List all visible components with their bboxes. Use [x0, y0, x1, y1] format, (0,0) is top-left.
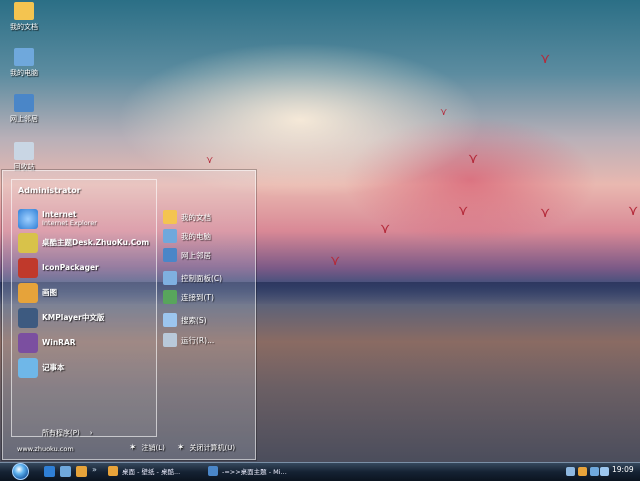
start-menu-programs-panel: Administrator Internet Internet Explorer… [11, 179, 157, 437]
kmplayer-icon [18, 308, 38, 328]
taskbar-button-label: 桌面 - 壁纸 - 桌酷... [122, 468, 181, 476]
menu-item-title: WinRAR [42, 337, 76, 347]
places-item-label: 我的文档 [181, 212, 211, 222]
bird-graphic: ⋎ [540, 205, 551, 221]
places-item-run[interactable]: 运行(R)... [163, 332, 214, 348]
browser-window-icon [108, 466, 118, 476]
desktop-icon-label: 我的文档 [10, 23, 38, 31]
all-programs-button[interactable]: 所有程序(P) › [42, 428, 93, 438]
taskbar-button-label: -=>>桌面主题 - Mi... [222, 468, 287, 476]
computer-icon [14, 48, 34, 66]
desktop-icon-recycle-bin[interactable]: 回收站 [2, 142, 46, 172]
places-item-search[interactable]: 搜索(S) [163, 312, 207, 328]
desktop-icon-label: 网上邻居 [10, 115, 38, 123]
network-places-icon [163, 248, 177, 262]
quicklaunch-overflow-icon[interactable]: » [92, 465, 97, 474]
log-off-icon: ✶ [129, 443, 137, 453]
tray-volume-icon[interactable] [600, 467, 609, 476]
internet-explorer-icon [18, 209, 38, 229]
taskbar-button-document[interactable]: -=>>桌面主题 - Mi... [208, 464, 300, 478]
iconpackager-icon [18, 258, 38, 278]
menu-item-title: KMPlayer中文版 [42, 312, 105, 322]
menu-item-notepad[interactable]: 记事本 [18, 357, 65, 379]
desktop-icon-network[interactable]: 网上邻居 [2, 94, 46, 124]
control-panel-icon [163, 271, 177, 285]
clock[interactable]: 19:09 [612, 465, 634, 474]
all-programs-label: 所有程序(P) [42, 429, 80, 437]
shut-down-icon: ✶ [177, 443, 185, 453]
bird-graphic: ⋎ [380, 221, 391, 237]
menu-item-subtitle: Internet Explorer [42, 218, 97, 227]
bird-graphic: ⋎ [540, 51, 551, 67]
connect-to-icon [163, 290, 177, 304]
bird-graphic: ⋎ [330, 253, 341, 269]
menu-item-title: IconPackager [42, 262, 99, 272]
bird-graphic: ⋎ [468, 151, 479, 167]
run-icon [163, 333, 177, 347]
taskbar-button-browser[interactable]: 桌面 - 壁纸 - 桌酷... [108, 464, 200, 478]
paint-icon [18, 283, 38, 303]
tray-expand-icon[interactable] [566, 467, 575, 476]
tray-network-icon[interactable] [590, 467, 599, 476]
winrar-icon [18, 333, 38, 353]
bird-graphic: ⋎ [628, 203, 639, 219]
my-computer-icon [163, 229, 177, 243]
start-button[interactable] [12, 463, 29, 480]
user-name: Administrator [18, 186, 81, 195]
menu-item-internet[interactable]: Internet Internet Explorer [18, 208, 97, 230]
media-quicklaunch-icon[interactable] [76, 466, 87, 477]
menu-item-title: 画图 [42, 287, 57, 297]
menu-item-kmplayer[interactable]: KMPlayer中文版 [18, 307, 104, 329]
desktop-icon-label: 我的电脑 [10, 69, 38, 77]
ie-quicklaunch-icon[interactable] [44, 466, 55, 477]
tray-user-icon[interactable] [578, 467, 587, 476]
places-item-label: 运行(R)... [181, 335, 215, 345]
menu-item-winrar[interactable]: WinRAR [18, 332, 76, 354]
menu-item-paint[interactable]: 画图 [18, 282, 57, 304]
start-menu: Administrator Internet Internet Explorer… [2, 170, 256, 460]
desk-theme-icon [18, 233, 38, 253]
log-off-button[interactable]: ✶ 注销(L) [129, 443, 165, 453]
bird-graphic: ⋎ [206, 155, 214, 166]
folder-icon [14, 2, 34, 20]
recycle-bin-icon [14, 142, 34, 160]
menu-item-title: 记事本 [42, 362, 65, 372]
places-item-network[interactable]: 网上邻居 [163, 247, 211, 263]
places-item-connect-to[interactable]: 连接到(T) [163, 289, 214, 305]
desktop-quicklaunch-icon[interactable] [60, 466, 71, 477]
places-item-label: 网上邻居 [181, 250, 211, 260]
desktop-icon-my-documents[interactable]: 我的文档 [2, 2, 46, 32]
places-item-my-computer[interactable]: 我的电脑 [163, 228, 211, 244]
bird-graphic: ⋎ [440, 107, 448, 118]
bird-graphic: ⋎ [458, 203, 469, 219]
log-off-label: 注销(L) [141, 444, 165, 452]
places-item-my-documents[interactable]: 我的文档 [163, 209, 211, 225]
arrow-right-icon: › [89, 429, 93, 437]
places-item-label: 搜索(S) [181, 315, 207, 325]
network-icon [14, 94, 34, 112]
places-item-label: 我的电脑 [181, 231, 211, 241]
shut-down-label: 关闭计算机(U) [189, 444, 236, 452]
menu-item-title: 桌酷主题Desk.ZhuoKu.Com [42, 237, 150, 247]
footer-url: www.zhuoku.com [17, 445, 74, 453]
places-item-label: 控制面板(C) [181, 273, 223, 283]
menu-item-iconpackager[interactable]: IconPackager [18, 257, 99, 279]
places-item-control-panel[interactable]: 控制面板(C) [163, 270, 222, 286]
word-window-icon [208, 466, 218, 476]
shut-down-button[interactable]: ✶ 关闭计算机(U) [177, 443, 235, 453]
desktop-icon-my-computer[interactable]: 我的电脑 [2, 48, 46, 78]
menu-item-desk-theme[interactable]: 桌酷主题Desk.ZhuoKu.Com [18, 232, 149, 254]
places-item-label: 连接到(T) [181, 292, 214, 302]
notepad-icon [18, 358, 38, 378]
documents-folder-icon [163, 210, 177, 224]
search-icon [163, 313, 177, 327]
